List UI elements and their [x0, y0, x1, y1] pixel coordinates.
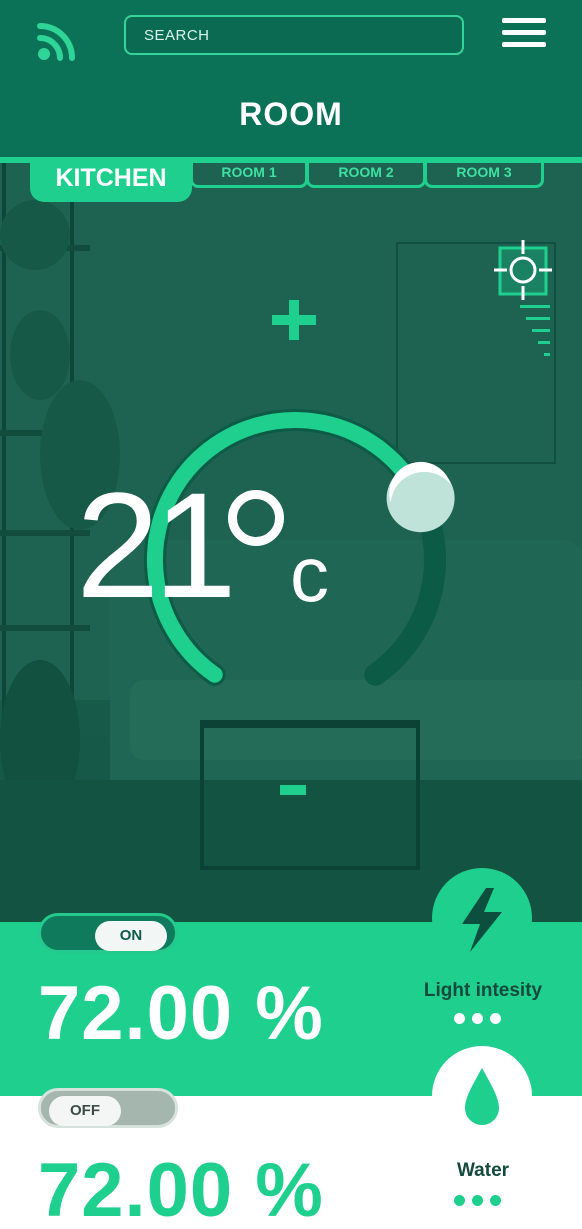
- search-input[interactable]: [124, 15, 464, 55]
- tab-room-3[interactable]: ROOM 3: [424, 158, 544, 188]
- increase-temperature-button[interactable]: [272, 300, 316, 340]
- light-toggle[interactable]: ON: [38, 913, 178, 953]
- water-toggle-label: OFF: [49, 1096, 121, 1126]
- lightning-bolt-icon[interactable]: [432, 868, 532, 968]
- crosshair-target-icon[interactable]: [494, 240, 552, 300]
- light-intensity-value: 72.00 %: [38, 971, 324, 1056]
- tab-room-1[interactable]: ROOM 1: [190, 158, 308, 188]
- light-intensity-label: Light intesity: [423, 980, 543, 1001]
- decrease-temperature-button[interactable]: [280, 785, 306, 795]
- tab-kitchen[interactable]: KITCHEN: [30, 158, 192, 202]
- water-drop-icon[interactable]: [432, 1046, 532, 1146]
- level-indicator: [518, 305, 550, 365]
- water-more-icon[interactable]: [454, 1193, 510, 1206]
- light-more-icon[interactable]: [454, 1011, 510, 1024]
- app-header: ROOM: [0, 0, 582, 160]
- hamburger-menu-icon[interactable]: [502, 18, 546, 52]
- water-label: Water: [456, 1160, 510, 1181]
- page-title: ROOM: [239, 96, 343, 132]
- wifi-signal-icon[interactable]: [36, 18, 80, 62]
- temperature-value: 21: [76, 461, 237, 629]
- degree-symbol: [228, 490, 284, 546]
- light-toggle-label: ON: [95, 921, 167, 951]
- tab-room-2[interactable]: ROOM 2: [306, 158, 426, 188]
- water-value: 72.00 %: [38, 1148, 324, 1229]
- water-toggle[interactable]: OFF: [38, 1088, 178, 1128]
- temperature-unit: c: [290, 530, 329, 618]
